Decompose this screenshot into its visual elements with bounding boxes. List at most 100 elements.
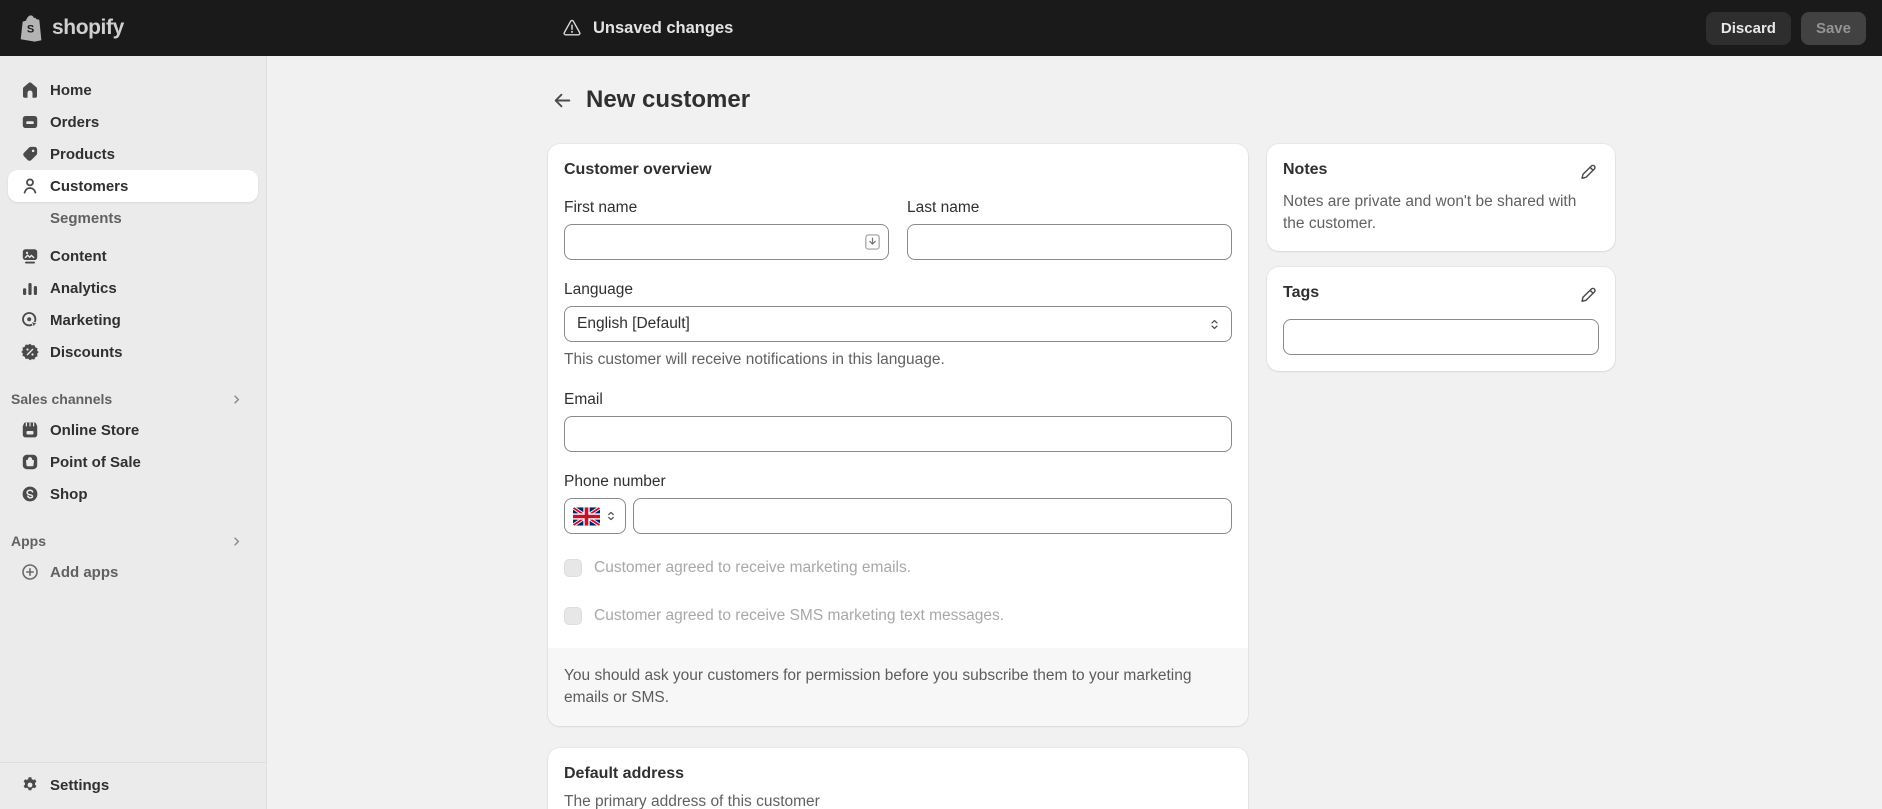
permission-note: You should ask your customers for permis… (548, 648, 1248, 726)
section-header-label: Sales channels (11, 391, 113, 407)
sidebar-item-label: Products (50, 145, 116, 163)
sidebar-item-label: Home (50, 81, 92, 99)
marketing-email-checkbox[interactable] (564, 559, 582, 577)
shopify-logo[interactable]: S shopify (0, 14, 124, 42)
sidebar-item-label: Online Store (50, 421, 140, 439)
phone-input[interactable] (633, 498, 1232, 534)
language-label: Language (564, 281, 633, 298)
layout-columns: Customer overview First name Last name L… (548, 144, 1615, 809)
top-bar: S shopify Unsaved changes Discard Save (0, 0, 1882, 56)
pencil-icon (1579, 285, 1598, 304)
page-content: New customer Customer overview First nam… (548, 84, 1615, 809)
last-name-label: Last name (907, 199, 980, 216)
orders-icon (20, 112, 40, 132)
save-button[interactable]: Save (1800, 11, 1866, 45)
plus-circle-icon (20, 562, 40, 582)
sidebar-item-discounts[interactable]: Discounts (8, 336, 258, 368)
language-section: Language English [Default] This customer… (564, 280, 1232, 370)
save-bar-actions: Discard Save (1705, 11, 1882, 45)
sidebar-item-point-of-sale[interactable]: Point of Sale (8, 446, 258, 478)
customer-overview-title: Customer overview (564, 161, 712, 178)
marketing-sms-checkbox-row: Customer agreed to receive SMS marketing… (564, 606, 1232, 626)
first-name-input[interactable] (564, 224, 889, 260)
email-section: Email (564, 390, 1232, 452)
tags-input[interactable] (1283, 319, 1599, 355)
home-icon (20, 80, 40, 100)
gear-icon (20, 775, 40, 795)
language-selected-value: English [Default] (577, 315, 690, 332)
first-name-label: First name (564, 199, 638, 216)
sidebar-item-label: Customers (50, 177, 129, 195)
sidebar-section-sales-channels[interactable]: Sales channels (8, 384, 258, 414)
sidebar-item-content[interactable]: Content (8, 240, 258, 272)
phone-country-select[interactable] (564, 498, 626, 534)
email-label: Email (564, 391, 603, 408)
shopify-bag-icon: S (20, 14, 45, 42)
edit-notes-button[interactable] (1577, 160, 1599, 182)
select-caret-icon (1208, 318, 1221, 331)
products-icon (20, 144, 40, 164)
sidebar-item-online-store[interactable]: Online Store (8, 414, 258, 446)
default-address-card: Default address The primary address of t… (548, 748, 1248, 809)
sidebar-item-label: Marketing (50, 311, 121, 329)
name-fields-row: First name Last name (564, 198, 1232, 260)
svg-text:S: S (27, 24, 34, 36)
last-name-input[interactable] (907, 224, 1232, 260)
sidebar-item-add-apps[interactable]: Add apps (8, 556, 258, 588)
arrow-left-icon (552, 90, 573, 111)
chevron-right-icon (229, 534, 244, 549)
sidebar-item-label: Segments (50, 209, 122, 227)
autofill-icon[interactable] (865, 234, 880, 251)
sidebar-item-label: Shop (50, 485, 88, 503)
sidebar: Home Orders Products Customers Segments … (0, 56, 267, 809)
back-button[interactable] (548, 86, 576, 114)
main-area: New customer Customer overview First nam… (267, 56, 1882, 809)
sidebar-item-shop[interactable]: Shop (8, 478, 258, 510)
sidebar-footer: Settings (0, 762, 266, 809)
unsaved-changes-indicator: Unsaved changes (562, 18, 733, 38)
sidebar-item-segments[interactable]: Segments (8, 202, 258, 234)
sidebar-item-marketing[interactable]: Marketing (8, 304, 258, 336)
sidebar-item-home[interactable]: Home (8, 74, 258, 106)
point-of-sale-icon (20, 452, 40, 472)
phone-section: Phone number (564, 472, 1232, 534)
online-store-icon (20, 420, 40, 440)
warning-triangle-icon (562, 18, 582, 38)
pencil-icon (1579, 162, 1598, 181)
tags-title: Tags (1283, 284, 1320, 301)
sidebar-item-label: Orders (50, 113, 100, 131)
sidebar-item-analytics[interactable]: Analytics (8, 272, 258, 304)
discard-button[interactable]: Discard (1705, 11, 1791, 45)
language-select[interactable]: English [Default] (564, 306, 1232, 342)
sidebar-item-products[interactable]: Products (8, 138, 258, 170)
sidebar-item-settings[interactable]: Settings (8, 769, 258, 801)
customers-icon (20, 176, 40, 196)
sidebar-nav: Home Orders Products Customers Segments … (0, 56, 266, 762)
email-input[interactable] (564, 416, 1232, 452)
section-header-label: Apps (11, 533, 46, 549)
marketing-icon (20, 310, 40, 330)
notes-body: Notes are private and won't be shared wi… (1283, 193, 1577, 232)
analytics-icon (20, 278, 40, 298)
sidebar-item-label: Add apps (50, 563, 119, 581)
default-address-subtitle: The primary address of this customer (564, 793, 820, 809)
sidebar-item-label: Discounts (50, 343, 123, 361)
sidebar-item-customers[interactable]: Customers (8, 170, 258, 202)
shopify-wordmark: shopify (52, 16, 124, 39)
discounts-icon (20, 342, 40, 362)
sidebar-section-apps[interactable]: Apps (8, 526, 258, 556)
shop-icon (20, 484, 40, 504)
marketing-sms-checkbox-label: Customer agreed to receive SMS marketing… (594, 607, 1005, 624)
edit-tags-button[interactable] (1577, 283, 1599, 305)
customer-overview-card: Customer overview First name Last name L… (548, 144, 1248, 726)
sidebar-item-label: Analytics (50, 279, 117, 297)
chevron-right-icon (229, 392, 244, 407)
notes-title: Notes (1283, 161, 1328, 178)
marketing-sms-checkbox[interactable] (564, 607, 582, 625)
sidebar-item-label: Content (50, 247, 107, 265)
sidebar-item-orders[interactable]: Orders (8, 106, 258, 138)
page-title: New customer (586, 86, 751, 113)
tags-card: Tags (1267, 267, 1615, 371)
sidebar-item-label: Point of Sale (50, 453, 141, 471)
language-help-text: This customer will receive notifications… (564, 351, 945, 368)
